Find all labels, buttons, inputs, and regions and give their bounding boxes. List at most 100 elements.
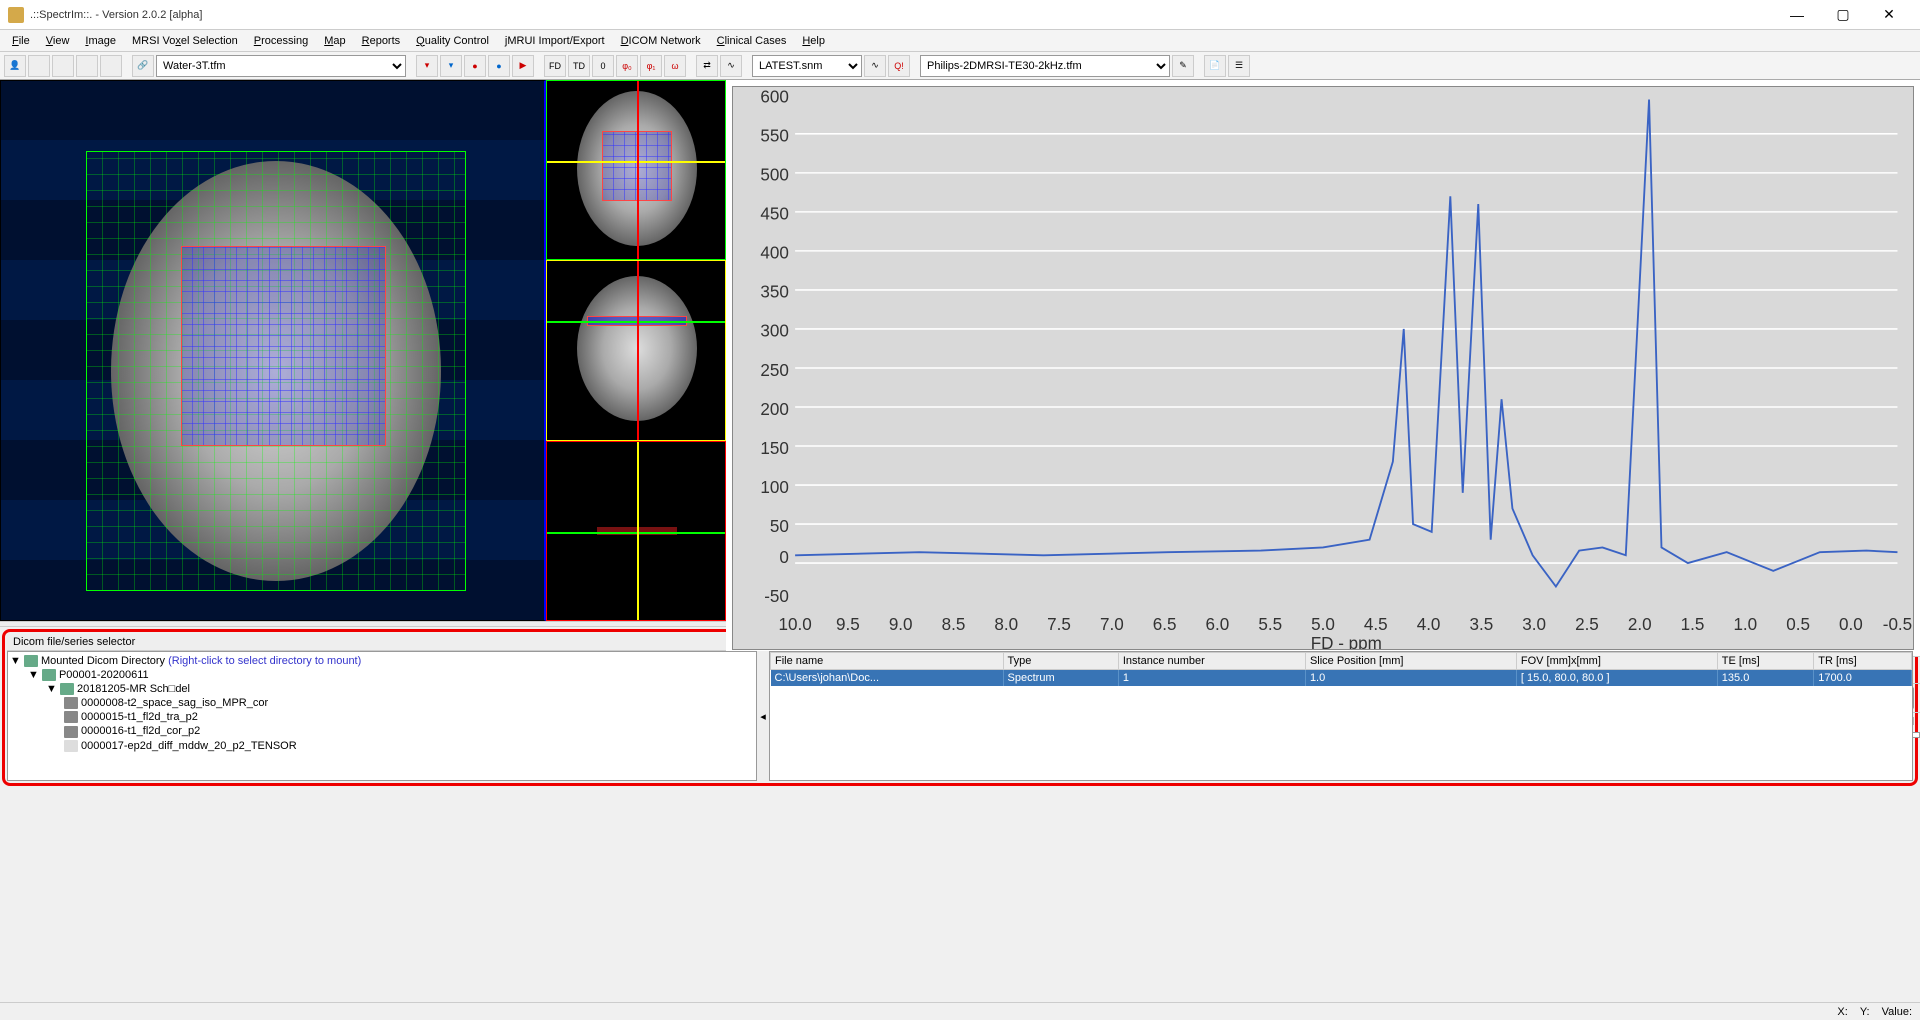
svg-text:100: 100: [760, 478, 788, 497]
tool-btn-5[interactable]: [100, 55, 122, 77]
tool-edit-icon[interactable]: ✎: [1172, 55, 1194, 77]
water-profile-select[interactable]: Water-3T.tfm: [156, 55, 406, 77]
tool-baseline2[interactable]: ∿: [864, 55, 886, 77]
col-instance[interactable]: Instance number: [1118, 653, 1305, 670]
svg-text:9.0: 9.0: [889, 615, 913, 634]
svg-text:4.5: 4.5: [1364, 615, 1388, 634]
main-area: 18/27 P00001 05/12/2018 - 15 - t1_fl2d_t…: [0, 80, 1920, 621]
tool-patient-icon[interactable]: 👤: [4, 55, 26, 77]
dicom-table[interactable]: File name Type Instance number Slice Pos…: [769, 651, 1913, 781]
tool-offset-td[interactable]: TD: [568, 55, 590, 77]
tree-node[interactable]: 0000015-t1_fl2d_tra_p2: [81, 711, 198, 723]
tool-flip[interactable]: ⇄: [696, 55, 718, 77]
spectrum-svg: 600550500450 400350300250 20015010050 0-…: [733, 87, 1913, 649]
svg-text:600: 600: [760, 88, 788, 107]
svg-text:10.0: 10.0: [778, 615, 811, 634]
svg-text:4.0: 4.0: [1417, 615, 1441, 634]
col-slice[interactable]: Slice Position [mm]: [1305, 653, 1516, 670]
tree-node[interactable]: P00001-20200611: [59, 669, 149, 681]
svg-text:9.5: 9.5: [836, 615, 860, 634]
axial-viewer[interactable]: 18/27 P00001 05/12/2018 - 15 - t1_fl2d_t…: [0, 80, 546, 621]
dicom-selector-panel: Dicom file/series selector ▼ Mounted Dic…: [2, 629, 1918, 786]
tool-td-1[interactable]: ▾: [416, 55, 438, 77]
tool-q-icon[interactable]: Q!: [888, 55, 910, 77]
menu-image[interactable]: Image: [77, 33, 124, 49]
col-filename[interactable]: File name: [771, 653, 1004, 670]
tool-btn-4[interactable]: [76, 55, 98, 77]
svg-text:2.5: 2.5: [1575, 615, 1599, 634]
tree-node[interactable]: 0000016-t1_fl2d_cor_p2: [81, 725, 200, 737]
svg-text:7.5: 7.5: [1047, 615, 1071, 634]
tool-omega[interactable]: ω: [664, 55, 686, 77]
menu-reports[interactable]: Reports: [354, 33, 409, 49]
minimize-button[interactable]: —: [1774, 0, 1820, 30]
chart-xlabel: FD - ppm: [1311, 634, 1382, 649]
tool-link-icon[interactable]: 🔗: [132, 55, 154, 77]
menu-map[interactable]: Map: [316, 33, 353, 49]
svg-text:350: 350: [760, 283, 788, 302]
col-fov[interactable]: FOV [mm]x[mm]: [1516, 653, 1717, 670]
localizer-axial[interactable]: [546, 80, 726, 260]
svg-text:250: 250: [760, 361, 788, 380]
svg-text:-50: -50: [764, 587, 789, 606]
localizer-coronal[interactable]: [546, 260, 726, 440]
svg-text:3.0: 3.0: [1522, 615, 1546, 634]
svg-text:150: 150: [760, 439, 788, 458]
voi-box[interactable]: [181, 246, 386, 446]
status-value: Value:: [1882, 1006, 1912, 1018]
svg-text:300: 300: [760, 322, 788, 341]
tool-td-4[interactable]: ●: [488, 55, 510, 77]
menu-clinical[interactable]: Clinical Cases: [709, 33, 795, 49]
title-bar: .::SpectrIm::. - Version 2.0.2 [alpha] —…: [0, 0, 1920, 30]
menu-mrsi[interactable]: MRSI Voxel Selection: [124, 33, 246, 49]
tree-node[interactable]: 20181205-MR Sch□del: [77, 683, 190, 695]
svg-text:500: 500: [760, 166, 788, 185]
tool-btn-2[interactable]: [28, 55, 50, 77]
tool-list-icon[interactable]: ☰: [1228, 55, 1250, 77]
localizer-sagittal[interactable]: [546, 441, 726, 621]
table-row[interactable]: C:\Users\johan\Doc... Spectrum 1 1.0 [ 1…: [771, 670, 1912, 687]
close-button[interactable]: ✕: [1866, 0, 1912, 30]
svg-text:6.5: 6.5: [1153, 615, 1177, 634]
tool-baseline[interactable]: ∿: [720, 55, 742, 77]
status-x: X:: [1837, 1006, 1847, 1018]
protocol-select[interactable]: Philips-2DMRSI-TE30-2kHz.tfm: [920, 55, 1170, 77]
menu-file[interactable]: File: [4, 33, 38, 49]
tool-td-2[interactable]: ▾: [440, 55, 462, 77]
col-tr[interactable]: TR [ms]: [1814, 653, 1912, 670]
svg-text:5.5: 5.5: [1258, 615, 1282, 634]
menu-bar: File View Image MRSI Voxel Selection Pro…: [0, 30, 1920, 52]
svg-text:5.0: 5.0: [1311, 615, 1335, 634]
col-te[interactable]: TE [ms]: [1717, 653, 1813, 670]
menu-view[interactable]: View: [38, 33, 78, 49]
svg-text:7.0: 7.0: [1100, 615, 1124, 634]
dicom-tree[interactable]: ▼ Mounted Dicom Directory (Right-click t…: [7, 651, 757, 781]
svg-text:3.5: 3.5: [1470, 615, 1494, 634]
tool-offset-fd[interactable]: FD: [544, 55, 566, 77]
menu-jmrui[interactable]: jMRUI Import/Export: [497, 33, 613, 49]
menu-help[interactable]: Help: [794, 33, 833, 49]
tree-node[interactable]: 0000008-t2_space_sag_iso_MPR_cor: [81, 697, 268, 709]
col-type[interactable]: Type: [1003, 653, 1118, 670]
tool-report-icon[interactable]: 📄: [1204, 55, 1226, 77]
tool-phi1[interactable]: φ₁: [640, 55, 662, 77]
tool-phi0[interactable]: φ₀: [616, 55, 638, 77]
maximize-button[interactable]: ▢: [1820, 0, 1866, 30]
menu-processing[interactable]: Processing: [246, 33, 316, 49]
svg-text:8.5: 8.5: [942, 615, 966, 634]
tool-td-3[interactable]: ●: [464, 55, 486, 77]
tool-play-icon[interactable]: ▶: [512, 55, 534, 77]
spectrum-chart[interactable]: 600550500450 400350300250 20015010050 0-…: [726, 80, 1920, 656]
menu-dicom[interactable]: DICOM Network: [613, 33, 709, 49]
tree-collapse-button[interactable]: ◂: [757, 651, 769, 781]
tool-btn-3[interactable]: [52, 55, 74, 77]
tree-node[interactable]: 0000017-ep2d_diff_mddw_20_p2_TENSOR: [81, 740, 297, 752]
svg-text:1.0: 1.0: [1733, 615, 1757, 634]
menu-qc[interactable]: Quality Control: [408, 33, 497, 49]
tool-zero[interactable]: 0: [592, 55, 614, 77]
svg-text:0.5: 0.5: [1786, 615, 1810, 634]
svg-text:6.0: 6.0: [1206, 615, 1230, 634]
snm-select[interactable]: LATEST.snm: [752, 55, 862, 77]
svg-text:450: 450: [760, 205, 788, 224]
svg-text:1.5: 1.5: [1681, 615, 1705, 634]
